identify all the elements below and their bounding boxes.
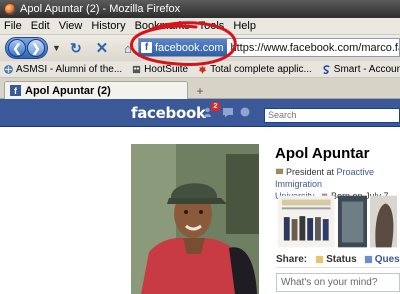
profile-photo[interactable] — [131, 144, 259, 294]
globe-icon — [4, 64, 13, 74]
menu-bar: File Edit View History Bookmarks Tools H… — [0, 18, 400, 35]
profile-header: Apol Apuntar President at Proactive Immi… — [262, 127, 400, 294]
window-titlebar: Apol Apuntar (2) - Mozilla Firefox — [0, 0, 400, 18]
tab-strip: f Apol Apuntar (2) + — [0, 78, 400, 99]
recent-photo-thumbnail[interactable] — [278, 195, 335, 248]
menu-file[interactable]: File — [4, 20, 22, 32]
menu-help[interactable]: Help — [233, 20, 256, 32]
notification-count-badge: 2 — [211, 102, 220, 111]
status-composer-input[interactable]: What's on your mind? — [276, 273, 400, 292]
bookmark-hootsuite[interactable]: HootSuite — [132, 64, 188, 75]
question-icon — [364, 255, 372, 264]
question-tab-label: Questi — [374, 254, 400, 265]
profile-name[interactable]: Apol Apuntar — [275, 145, 369, 162]
bookmark-asmsi[interactable]: ASMSI - Alumni of the... — [4, 64, 122, 75]
bookmark-label: ASMSI - Alumni of the... — [16, 63, 123, 75]
share-label: Share: — [276, 254, 308, 265]
bookmark-smart-account[interactable]: Smart - Account — [322, 64, 400, 75]
tab-label: Apol Apuntar (2) — [25, 84, 111, 97]
new-tab-button[interactable]: + — [192, 83, 208, 98]
menu-edit[interactable]: Edit — [31, 20, 50, 32]
maple-leaf-icon — [198, 64, 207, 74]
messages-icon[interactable] — [222, 106, 234, 118]
menu-bookmarks[interactable]: Bookmarks — [135, 20, 190, 32]
globe-notifications-icon[interactable] — [239, 106, 251, 118]
url-bar[interactable]: f facebook.com https://www.facebook.com/… — [138, 38, 400, 57]
owl-icon — [133, 65, 141, 73]
home-icon[interactable]: ⌂ — [120, 40, 136, 56]
page-viewport: facebook 2 Search Apol Apuntar President… — [0, 99, 400, 294]
briefcase-icon — [275, 168, 284, 175]
smart-icon — [323, 64, 330, 74]
tab-apol-apuntar[interactable]: f Apol Apuntar (2) — [4, 81, 188, 99]
history-dropdown-icon[interactable]: ▼ — [52, 43, 61, 53]
back-forward-group: ❮ ❯ — [5, 37, 48, 59]
profile-job-prefix: President at — [286, 167, 337, 177]
status-tab-label: Status — [326, 254, 357, 265]
bookmarks-toolbar: ASMSI - Alumni of the... HootSuite Total… — [0, 61, 400, 78]
status-tab[interactable]: Status — [315, 254, 357, 265]
firefox-icon — [4, 3, 16, 15]
back-arrow-icon[interactable]: ❮ — [8, 39, 26, 57]
recent-photo-thumbnail[interactable] — [369, 195, 397, 248]
facebook-favicon-icon: f — [10, 85, 21, 96]
profile-photo-image — [131, 144, 259, 294]
bookmark-label: Total complete applic... — [210, 63, 312, 75]
site-identity-label: facebook.com — [155, 41, 224, 54]
facebook-header: facebook 2 Search — [0, 99, 400, 127]
recent-photos-strip — [278, 195, 400, 248]
facebook-search-input[interactable]: Search — [264, 108, 400, 123]
bookmark-label: HootSuite — [144, 63, 189, 75]
forward-arrow-icon[interactable]: ❯ — [27, 39, 45, 57]
stop-icon[interactable]: ✕ — [94, 40, 110, 57]
url-text[interactable]: https://www.facebook.com/marco.fakhri#!/… — [230, 42, 399, 54]
bookmark-label: Smart - Account — [333, 63, 400, 75]
navigation-toolbar: ❮ ❯ ▼ ↻ ✕ ⌂ f facebook.com https://www.f… — [0, 35, 400, 61]
menu-history[interactable]: History — [91, 20, 125, 32]
menu-view[interactable]: View — [59, 20, 83, 32]
share-bar: Share: Status Questi — [276, 252, 400, 268]
facebook-logo[interactable]: facebook — [131, 104, 206, 122]
status-pencil-icon — [316, 255, 324, 264]
facebook-favicon-icon: f — [141, 42, 152, 53]
recent-photo-thumbnail[interactable] — [337, 195, 367, 248]
bookmark-total-complete[interactable]: Total complete applic... — [198, 64, 312, 75]
site-identity-button[interactable]: f facebook.com — [139, 39, 228, 56]
window-title: Apol Apuntar (2) - Mozilla Firefox — [20, 3, 181, 15]
menu-tools[interactable]: Tools — [199, 20, 225, 32]
question-tab[interactable]: Questi — [364, 254, 400, 265]
reload-icon[interactable]: ↻ — [68, 40, 84, 56]
